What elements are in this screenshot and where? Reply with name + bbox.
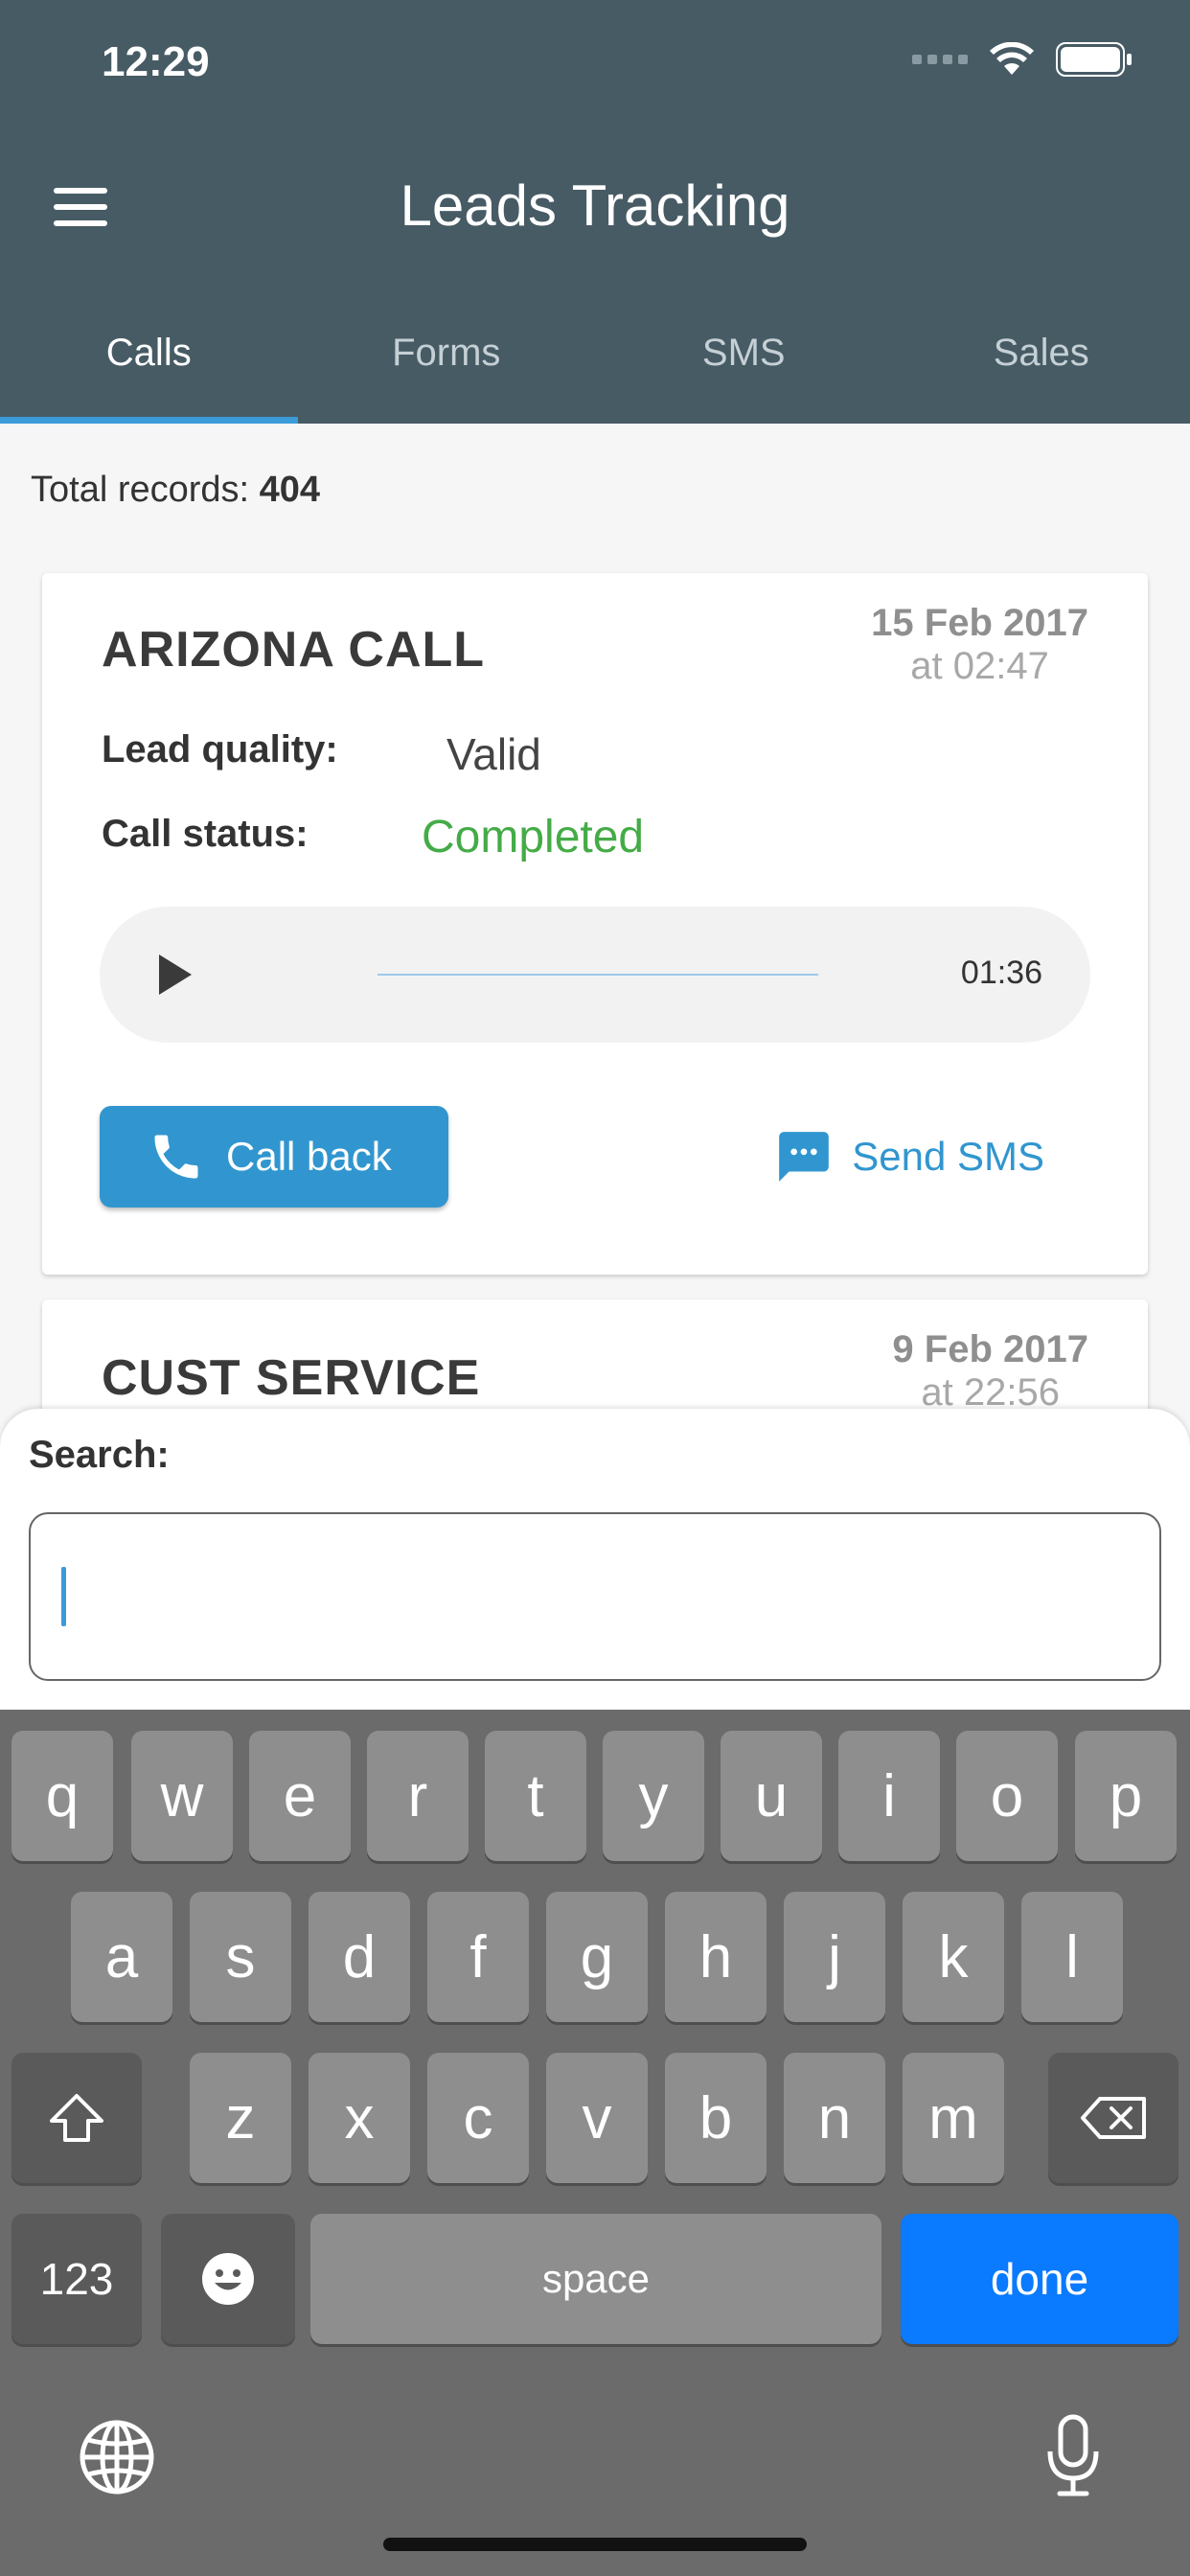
wifi-icon [990, 42, 1034, 75]
lead-card-date-day: 15 Feb 2017 [871, 602, 1088, 644]
key-t[interactable]: t [485, 1731, 586, 1861]
phone-icon [154, 1135, 198, 1179]
key-f[interactable]: f [427, 1892, 529, 2022]
key-j[interactable]: j [784, 1892, 885, 2022]
key-w[interactable]: w [131, 1731, 233, 1861]
text-caret [61, 1567, 66, 1626]
lead-quality-label: Lead quality: [102, 728, 338, 770]
key-b[interactable]: b [665, 2053, 767, 2183]
search-input[interactable] [29, 1512, 1161, 1681]
total-records-label: Total records: [31, 470, 250, 510]
chat-bubble-icon [779, 1132, 830, 1182]
tab-forms[interactable]: Forms [298, 316, 596, 424]
key-y[interactable]: y [603, 1731, 704, 1861]
done-key[interactable]: done [901, 2214, 1179, 2344]
key-r[interactable]: r [367, 1731, 469, 1861]
audio-duration: 01:36 [960, 954, 1042, 991]
search-label: Search: [29, 1434, 170, 1476]
key-e[interactable]: e [249, 1731, 351, 1861]
backspace-key[interactable] [1048, 2053, 1179, 2183]
call-back-button[interactable]: Call back [100, 1106, 448, 1208]
key-m[interactable]: m [903, 2053, 1004, 2183]
key-o[interactable]: o [956, 1731, 1058, 1861]
lead-card-date: 15 Feb 2017 at 02:47 [871, 602, 1088, 688]
key-g[interactable]: g [546, 1892, 648, 2022]
key-a[interactable]: a [71, 1892, 172, 2022]
status-time: 12:29 [102, 38, 210, 85]
lead-card-date-day: 9 Feb 2017 [892, 1328, 1088, 1370]
app-header: 12:29 Leads Tracking Calls Forms SMS Sal… [0, 0, 1190, 424]
total-records-count: 404 [259, 470, 321, 510]
key-n[interactable]: n [784, 2053, 885, 2183]
tab-calls[interactable]: Calls [0, 316, 298, 424]
tab-sales[interactable]: Sales [893, 316, 1190, 424]
key-h[interactable]: h [665, 1892, 767, 2022]
key-u[interactable]: u [721, 1731, 822, 1861]
microphone-icon[interactable] [1044, 2413, 1102, 2499]
key-x[interactable]: x [309, 2053, 410, 2183]
numbers-key[interactable]: 123 [11, 2214, 142, 2344]
shift-arrow-icon [50, 2094, 103, 2142]
call-back-label: Call back [226, 1134, 392, 1179]
key-l[interactable]: l [1021, 1892, 1123, 2022]
status-icons [912, 42, 1133, 77]
page-title: Leads Tracking [400, 173, 790, 238]
call-status-value: Completed [422, 812, 645, 862]
globe-icon[interactable] [79, 2419, 155, 2496]
key-c[interactable]: c [427, 2053, 529, 2183]
lead-card-time: at 02:47 [910, 645, 1049, 687]
key-i[interactable]: i [838, 1731, 940, 1861]
key-p[interactable]: p [1075, 1731, 1177, 1861]
battery-icon [1056, 42, 1132, 77]
lead-card-title: CUST SERVICE [102, 1350, 481, 1406]
key-s[interactable]: s [190, 1892, 291, 2022]
tab-bar: Calls Forms SMS Sales [0, 316, 1190, 424]
on-screen-keyboard: q w e r t y u i o p a s d f g h j k l z … [0, 1710, 1190, 2576]
key-q[interactable]: q [11, 1731, 113, 1861]
space-key[interactable]: space [310, 2214, 881, 2344]
emoji-icon [202, 2253, 254, 2305]
audio-progress-bar[interactable] [378, 974, 818, 976]
total-records: Total records: 404 [31, 470, 320, 511]
search-panel: Search: [0, 1409, 1190, 1715]
call-status-label: Call status: [102, 813, 309, 855]
send-sms-button[interactable]: Send SMS [773, 1127, 1044, 1186]
emoji-key[interactable] [161, 2214, 295, 2344]
shift-key[interactable] [11, 2053, 142, 2183]
audio-player: 01:36 [100, 907, 1090, 1043]
tab-sms[interactable]: SMS [595, 316, 893, 424]
lead-card-title: ARIZONA CALL [102, 622, 486, 678]
backspace-icon [1081, 2097, 1146, 2139]
lead-card-date: 9 Feb 2017 at 22:56 [892, 1328, 1088, 1414]
key-v[interactable]: v [546, 2053, 648, 2183]
key-z[interactable]: z [190, 2053, 291, 2183]
home-indicator [383, 2538, 807, 2551]
signal-icon [912, 55, 968, 64]
send-sms-label: Send SMS [852, 1134, 1044, 1179]
play-icon[interactable] [159, 954, 192, 995]
key-k[interactable]: k [903, 1892, 1004, 2022]
lead-card[interactable]: ARIZONA CALL 15 Feb 2017 at 02:47 Lead q… [42, 573, 1148, 1275]
lead-quality-value: Valid [446, 729, 541, 779]
key-d[interactable]: d [309, 1892, 410, 2022]
